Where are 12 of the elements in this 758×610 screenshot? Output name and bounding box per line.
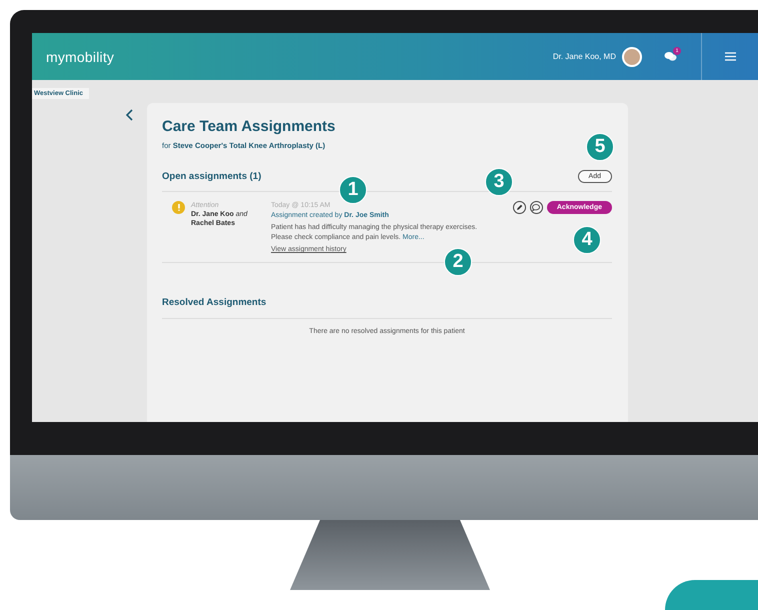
avatar (622, 46, 642, 66)
chat-icon[interactable] (664, 51, 677, 62)
page-title: Care Team Assignments (162, 118, 336, 135)
section-heading: Open assignments (1) (162, 171, 262, 182)
app-logo: mymobility (46, 48, 116, 64)
warning-icon (172, 201, 185, 214)
user-name: Dr. Jane Koo, MD (552, 52, 616, 61)
comment-icon[interactable] (530, 201, 543, 214)
section-heading: Resolved Assignments (162, 297, 266, 308)
menu-icon[interactable] (724, 52, 736, 61)
edit-icon[interactable] (512, 201, 526, 214)
back-chevron-icon[interactable] (126, 109, 133, 121)
